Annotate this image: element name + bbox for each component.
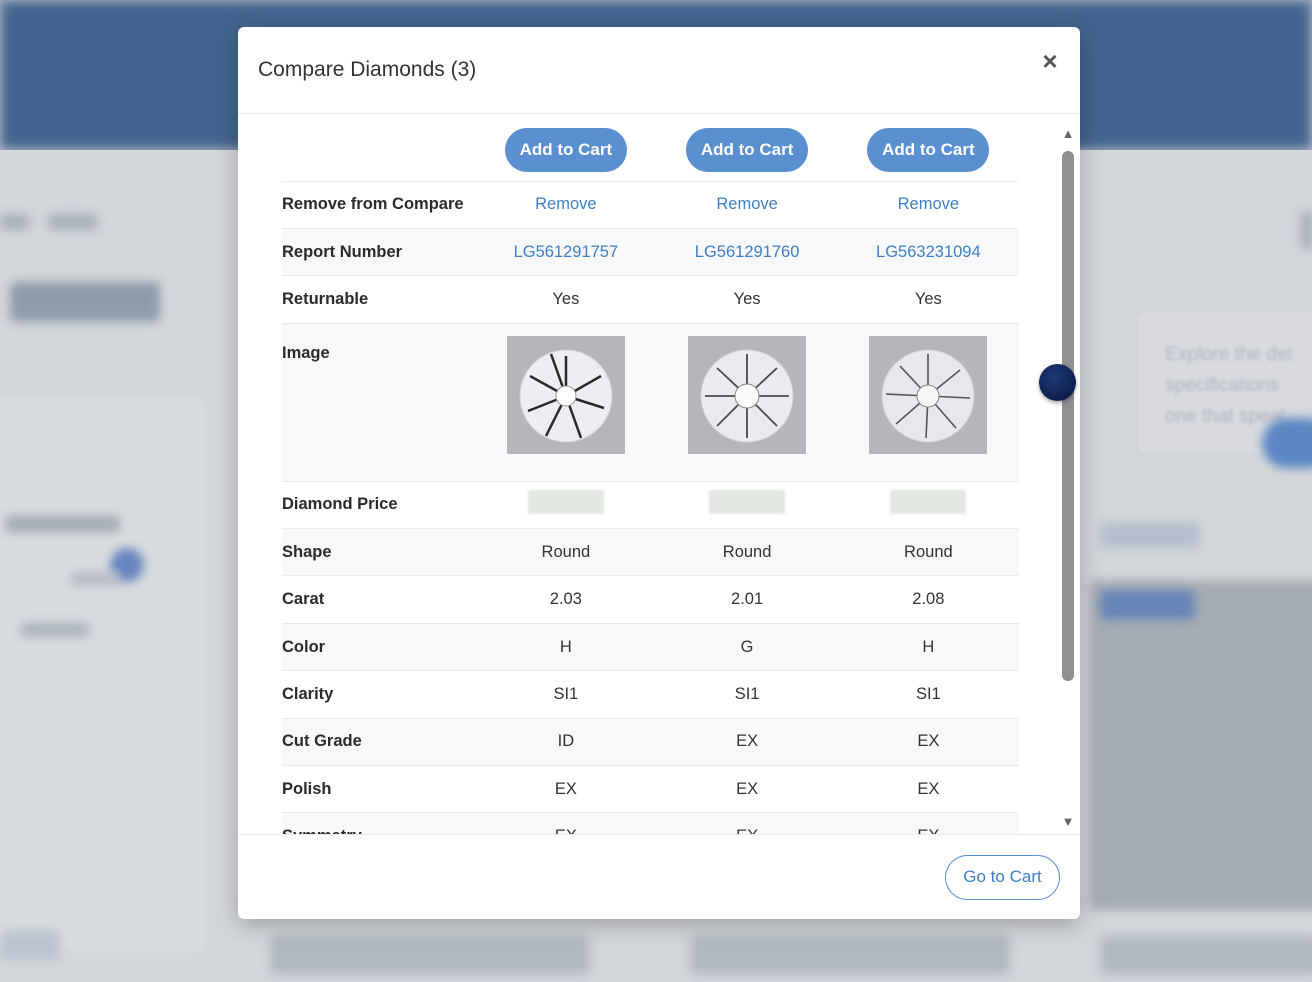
scroll-up-icon[interactable]: ▲ xyxy=(1060,127,1076,141)
row-label: Carat xyxy=(282,575,476,624)
table-cell: SI1 xyxy=(837,670,1019,719)
close-icon[interactable]: × xyxy=(1034,45,1066,77)
row-label: Color xyxy=(282,623,476,672)
table-cell: ID xyxy=(475,718,657,767)
modal-body: Add to Cart Add to Cart Add to Cart Remo… xyxy=(238,115,1080,834)
scrollbar-thumb[interactable] xyxy=(1062,151,1074,681)
table-row: Diamond Price xyxy=(282,481,1019,530)
table-cell: H xyxy=(475,623,657,672)
compare-table: Add to Cart Add to Cart Add to Cart Remo… xyxy=(282,119,1019,834)
row-label: Polish xyxy=(282,765,476,814)
table-row: Symmetry EX EX EX xyxy=(282,812,1019,834)
diamond-image[interactable] xyxy=(506,335,625,454)
remove-link[interactable]: Remove xyxy=(535,195,596,213)
report-number-link[interactable]: LG561291760 xyxy=(695,243,800,261)
table-row: Polish EX EX EX xyxy=(282,765,1019,814)
price-redacted xyxy=(709,490,786,515)
table-cell: EX xyxy=(475,765,657,814)
table-cell: EX xyxy=(656,765,838,814)
table-cell: 2.01 xyxy=(656,575,838,624)
remove-link[interactable]: Remove xyxy=(716,195,777,213)
price-redacted xyxy=(527,490,604,515)
table-row: Clarity SI1 SI1 SI1 xyxy=(282,670,1019,719)
row-label: Cut Grade xyxy=(282,718,476,767)
modal-footer: Go to Cart xyxy=(238,834,1080,919)
table-row: Returnable Yes Yes Yes xyxy=(282,275,1019,324)
table-cell: Yes xyxy=(837,275,1019,324)
row-label: Returnable xyxy=(282,275,476,324)
table-cell: EX xyxy=(837,718,1019,767)
table-row: Image xyxy=(282,323,1019,482)
table-cell: EX xyxy=(837,765,1019,814)
row-label: Remove from Compare xyxy=(282,181,476,229)
table-cell: EX xyxy=(475,812,657,834)
table-cell: Round xyxy=(475,528,657,577)
price-redacted xyxy=(890,490,967,515)
table-row: Color H G H xyxy=(282,623,1019,672)
table-row: Carat 2.03 2.01 2.08 xyxy=(282,575,1019,624)
table-cell: SI1 xyxy=(475,670,657,719)
add-to-cart-button[interactable]: Add to Cart xyxy=(686,127,809,172)
scrollbar[interactable]: ▲ ▼ xyxy=(1060,127,1076,832)
table-row: Add to Cart Add to Cart Add to Cart xyxy=(282,119,1019,182)
table-cell: 2.08 xyxy=(837,575,1019,624)
table-cell: H xyxy=(837,623,1019,672)
row-label: Report Number xyxy=(282,228,476,277)
diamond-image[interactable] xyxy=(688,335,807,454)
row-label: Symmetry xyxy=(282,812,476,834)
table-cell: Round xyxy=(837,528,1019,577)
modal-title: Compare Diamonds (3) xyxy=(258,58,477,81)
go-to-cart-button[interactable]: Go to Cart xyxy=(945,855,1060,900)
table-row: Report Number LG561291757 LG561291760 LG… xyxy=(282,228,1019,277)
row-label: Diamond Price xyxy=(282,481,476,530)
table-row: Cut Grade ID EX EX xyxy=(282,718,1019,767)
table-cell: EX xyxy=(656,718,838,767)
table-row: Shape Round Round Round xyxy=(282,528,1019,577)
row-label: Clarity xyxy=(282,670,476,719)
add-to-cart-button[interactable]: Add to Cart xyxy=(867,127,990,172)
table-cell: SI1 xyxy=(656,670,838,719)
table-cell: EX xyxy=(837,812,1019,834)
table-cell: Yes xyxy=(475,275,657,324)
compare-diamonds-modal: Compare Diamonds (3) × Add to Cart Add t… xyxy=(238,27,1080,919)
row-label: Shape xyxy=(282,528,476,577)
report-number-link[interactable]: LG563231094 xyxy=(876,243,981,261)
report-number-link[interactable]: LG561291757 xyxy=(514,243,619,261)
remove-link[interactable]: Remove xyxy=(898,195,959,213)
diamond-image[interactable] xyxy=(869,335,988,454)
scroll-down-icon[interactable]: ▼ xyxy=(1060,815,1076,829)
add-to-cart-button[interactable]: Add to Cart xyxy=(504,127,627,172)
table-cell: G xyxy=(656,623,838,672)
cursor-indicator xyxy=(1039,364,1076,401)
table-cell: EX xyxy=(656,812,838,834)
row-label: Image xyxy=(282,323,476,482)
modal-header: Compare Diamonds (3) × xyxy=(238,27,1080,114)
table-row: Remove from Compare Remove Remove Remove xyxy=(282,181,1019,229)
table-cell: Yes xyxy=(656,275,838,324)
table-cell: Round xyxy=(656,528,838,577)
table-cell: 2.03 xyxy=(475,575,657,624)
